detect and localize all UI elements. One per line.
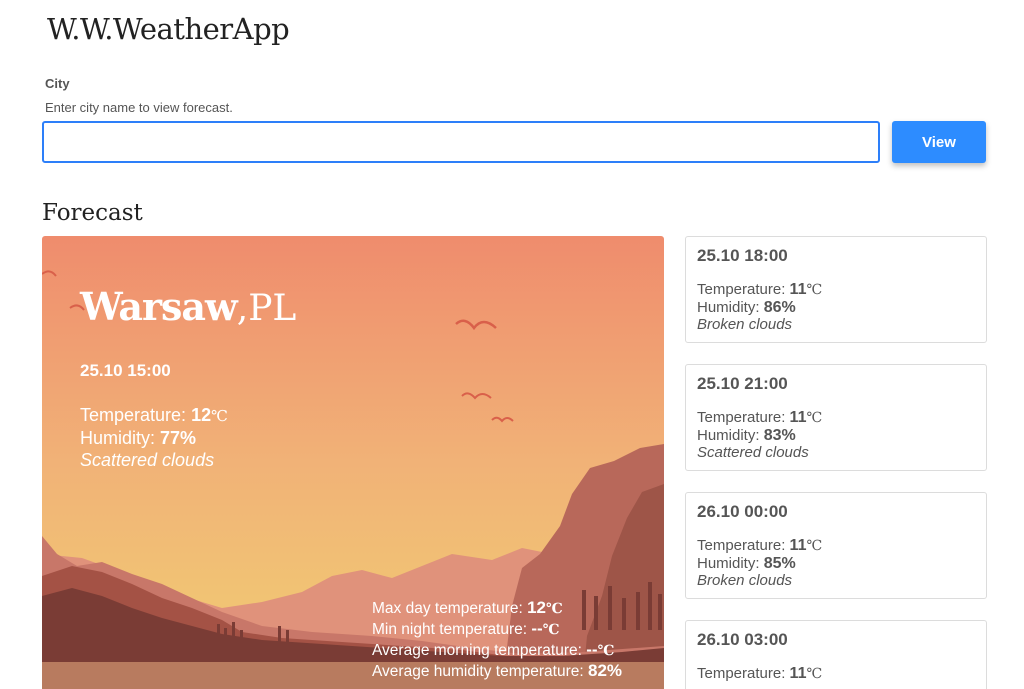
city-input[interactable] xyxy=(42,121,880,163)
temperature-value: 11 xyxy=(789,281,807,298)
humidity-value: 77% xyxy=(160,428,197,448)
max-day-value: 12 xyxy=(527,598,546,617)
humidity-label: Humidity: xyxy=(697,555,760,572)
avg-humidity-label: Average humidity temperature: xyxy=(372,663,584,680)
weather-description: Broken clouds xyxy=(697,572,793,589)
temperature-value: 12 xyxy=(191,405,212,425)
temperature-value: 11 xyxy=(789,409,807,426)
temperature-label: Temperature: xyxy=(697,665,786,682)
avg-humidity-value: 82% xyxy=(587,661,623,680)
humidity-label: Humidity: xyxy=(697,427,760,444)
temperature-label: Temperature: xyxy=(80,405,187,425)
temperature-label: Temperature: xyxy=(697,281,786,298)
forecast-item[interactable]: 25.10 21:00 Temperature: 11℃ Humidity: 8… xyxy=(685,364,987,471)
temperature-unit: ℃ xyxy=(546,601,563,617)
humidity-label: Humidity: xyxy=(80,428,156,448)
humidity-label: Humidity: xyxy=(697,299,760,316)
forecast-heading: Forecast xyxy=(42,200,143,226)
city-name-text: Warsaw xyxy=(80,284,238,329)
humidity-value: 83% xyxy=(763,427,796,444)
temperature-value: 11 xyxy=(789,665,807,682)
min-night-label: Min night temperature: xyxy=(372,621,528,638)
weather-description: Scattered clouds xyxy=(697,444,809,461)
forecast-item-datetime: 25.10 21:00 xyxy=(697,374,788,393)
forecast-item-details: Temperature: 11℃ xyxy=(697,665,822,683)
temperature-unit: ℃ xyxy=(542,622,560,638)
temperature-unit: ℃ xyxy=(806,666,823,682)
weather-description: Broken clouds xyxy=(697,316,793,333)
forecast-item-details: Temperature: 11℃ Humidity: 85% Broken cl… xyxy=(697,537,822,589)
humidity-value: 85% xyxy=(763,555,796,572)
current-conditions: Temperature: 12℃ Humidity: 77% Scattered… xyxy=(80,404,228,471)
forecast-item[interactable]: 26.10 00:00 Temperature: 11℃ Humidity: 8… xyxy=(685,492,987,599)
temperature-label: Temperature: xyxy=(697,537,786,554)
avg-morning-value: -- xyxy=(586,640,598,659)
avg-morning-label: Average morning temperature: xyxy=(372,642,582,659)
current-weather-card: Warsaw,PL 25.10 15:00 Temperature: 12℃ H… xyxy=(42,236,664,689)
country-code: PL xyxy=(248,288,297,329)
min-night-value: -- xyxy=(531,619,543,638)
temperature-unit: ℃ xyxy=(806,282,823,298)
humidity-value: 86% xyxy=(763,299,796,316)
forecast-item-datetime: 26.10 03:00 xyxy=(697,630,788,649)
temperature-unit: ℃ xyxy=(211,407,228,425)
temperature-unit: ℃ xyxy=(597,643,615,659)
max-day-label: Max day temperature: xyxy=(372,600,523,617)
temperature-unit: ℃ xyxy=(806,538,823,554)
temperature-value: 11 xyxy=(789,537,807,554)
forecast-item-datetime: 26.10 00:00 xyxy=(697,502,788,521)
forecast-item[interactable]: 26.10 03:00 Temperature: 11℃ xyxy=(685,620,987,689)
city-help-text: Enter city name to view forecast. xyxy=(45,100,233,115)
current-datetime: 25.10 15:00 xyxy=(80,361,171,380)
city-label: City xyxy=(45,76,70,91)
city-name: Warsaw,PL xyxy=(80,284,297,329)
temperature-unit: ℃ xyxy=(806,410,823,426)
forecast-item-details: Temperature: 11℃ Humidity: 83% Scattered… xyxy=(697,409,822,461)
temperature-label: Temperature: xyxy=(697,409,786,426)
app-title: W.W.WeatherApp xyxy=(47,12,290,46)
view-button[interactable]: View xyxy=(892,121,986,163)
forecast-item-datetime: 25.10 18:00 xyxy=(697,246,788,265)
forecast-item[interactable]: 25.10 18:00 Temperature: 11℃ Humidity: 8… xyxy=(685,236,987,343)
weather-description: Scattered clouds xyxy=(80,450,215,470)
forecast-item-details: Temperature: 11℃ Humidity: 86% Broken cl… xyxy=(697,281,822,333)
daily-summary: Max day temperature: 12℃ Min night tempe… xyxy=(372,598,622,682)
